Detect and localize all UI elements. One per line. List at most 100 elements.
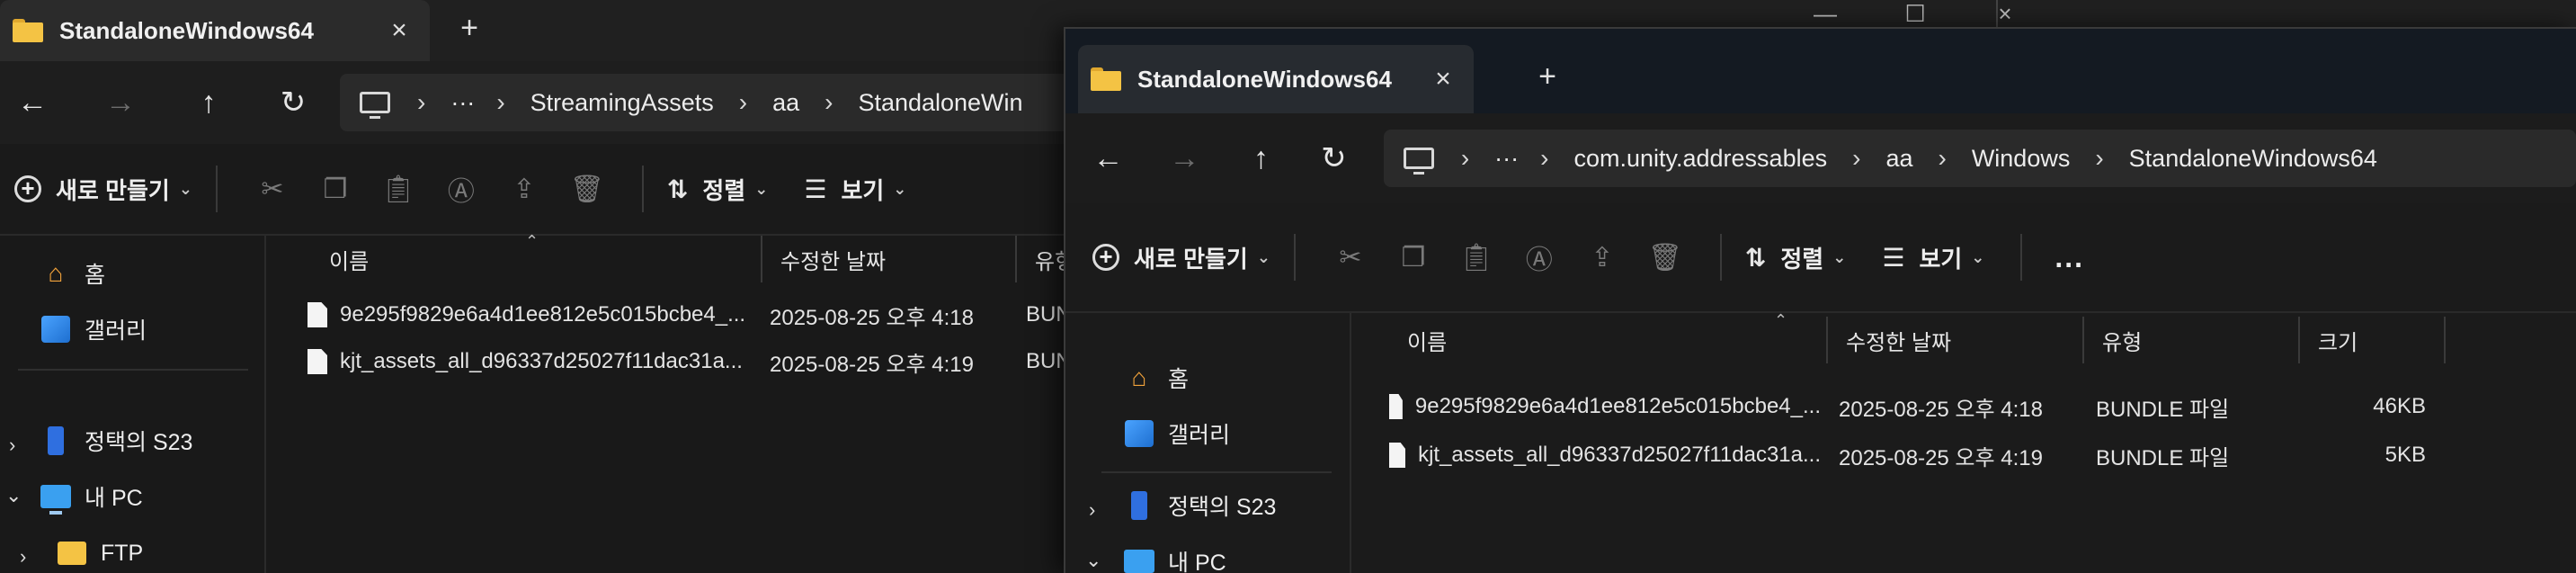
address-bar[interactable]: › ··· › StreamingAssets › aa › Standalon…	[340, 74, 1149, 131]
new-button[interactable]: + 새로 만들기 ⌄	[1092, 241, 1270, 274]
sidebar-item-this-pc[interactable]: 내 PC	[1123, 545, 1226, 573]
column-header-name[interactable]: 이름	[311, 236, 762, 282]
toolbar-separator	[2020, 234, 2023, 281]
add-circle-icon: +	[14, 175, 41, 202]
rename-icon[interactable]: Ⓐ	[1508, 237, 1571, 277]
sort-button[interactable]: ⇅ 정렬 ⌄	[1745, 241, 1846, 274]
breadcrumb-aa[interactable]: aa	[1885, 145, 1912, 173]
forward-arrow-icon[interactable]: →	[1162, 141, 1208, 176]
column-header-label: 크기	[2318, 330, 2358, 355]
column-header-label: 수정한 날짜	[780, 249, 887, 274]
maximize-icon[interactable]: ☐	[1870, 0, 1960, 27]
view-button[interactable]: ☰ 보기 ⌄	[804, 173, 906, 206]
sidebar-item-ftp[interactable]: FTP	[56, 538, 143, 569]
refresh-icon[interactable]: ↻	[1311, 140, 1357, 176]
close-window-icon[interactable]: ×	[1960, 0, 2050, 27]
new-button[interactable]: + 새로 만들기 ⌄	[14, 173, 192, 206]
navigation-bar: ← → ↑ ↻ › ··· › com.unity.addressables ›…	[1065, 113, 2576, 203]
sidebar-item-this-pc[interactable]: 내 PC	[40, 480, 143, 515]
close-tab-icon[interactable]: ×	[1425, 64, 1461, 94]
file-modified: 2025-08-25 오후 4:19	[770, 352, 974, 377]
sidebar-item-gallery[interactable]: 갤러리	[40, 313, 147, 345]
home-icon: ⌂	[48, 259, 64, 287]
column-header-modified[interactable]: 수정한 날짜	[1828, 317, 2084, 363]
sidebar-item-phone[interactable]: 정택의 S23	[1123, 489, 1276, 522]
chevron-down-icon: ⌄	[1832, 247, 1847, 266]
file-icon	[308, 302, 327, 327]
table-row[interactable]: kjt_assets_all_d96337d25027f11dac31a... …	[1353, 430, 2576, 480]
cut-icon[interactable]: ✂	[1319, 242, 1382, 273]
toolbar-separator	[1719, 234, 1722, 281]
address-bar[interactable]: › ··· › com.unity.addressables › aa › Wi…	[1383, 130, 2576, 187]
ftp-folder-icon	[58, 542, 86, 565]
gallery-icon-wrap	[1123, 418, 1155, 449]
sidebar-item-gallery[interactable]: 갤러리	[1123, 417, 1230, 450]
sort-button[interactable]: ⇅ 정렬 ⌄	[667, 173, 768, 206]
delete-icon[interactable]: 🗑︎	[556, 174, 619, 205]
expand-chevron-icon[interactable]: ›	[1089, 498, 1095, 522]
computer-icon	[360, 92, 390, 119]
share-icon[interactable]: ⇪	[1571, 242, 1634, 273]
sidebar-item-home[interactable]: ⌂ 홈	[1123, 362, 1189, 394]
new-button-label: 새로 만들기	[56, 176, 170, 204]
tab-standalonewindows64[interactable]: StandaloneWindows64 ×	[1078, 45, 1474, 113]
tab-standalonewindows64[interactable]: StandaloneWindows64 ×	[0, 0, 430, 61]
more-options-button[interactable]: ...	[2055, 241, 2084, 274]
file-name: 9e295f9829e6a4d1ee812e5c015bcbe4_...	[340, 302, 746, 327]
collapse-chevron-icon[interactable]: ⌄	[1085, 549, 1101, 572]
forward-arrow-icon[interactable]: →	[92, 85, 149, 121]
up-arrow-icon[interactable]: ↑	[1238, 141, 1284, 176]
file-name: kjt_assets_all_d96337d25027f11dac31a...	[340, 349, 743, 373]
column-header-label: 이름	[1407, 330, 1448, 355]
delete-icon[interactable]: 🗑︎	[1634, 242, 1697, 273]
file-name-cell: kjt_assets_all_d96337d25027f11dac31a...	[1389, 430, 1821, 480]
collapse-chevron-icon[interactable]: ⌄	[5, 484, 22, 507]
breadcrumb-com-unity-addressables[interactable]: com.unity.addressables	[1573, 145, 1827, 173]
sort-icon: ⇅	[666, 175, 689, 203]
minimize-icon[interactable]: —	[1780, 0, 1870, 27]
breadcrumb-standalonewindows64[interactable]: StandaloneWindows64	[2129, 145, 2377, 173]
chevron-right-icon: ›	[496, 88, 505, 116]
new-tab-button[interactable]: +	[450, 11, 489, 46]
column-header-modified[interactable]: 수정한 날짜	[762, 236, 1017, 282]
copy-icon[interactable]: ❐	[1382, 242, 1445, 273]
up-arrow-icon[interactable]: ↑	[180, 85, 237, 121]
rename-icon[interactable]: Ⓐ	[430, 169, 493, 209]
refresh-icon[interactable]: ↻	[264, 85, 322, 121]
breadcrumb-overflow[interactable]: ···	[450, 89, 475, 117]
sidebar-item-label: 갤러리	[1168, 423, 1231, 448]
toolbar-separator	[215, 166, 218, 212]
back-arrow-icon[interactable]: ←	[1085, 141, 1131, 176]
phone-icon-wrap	[1123, 490, 1155, 521]
view-label: 보기	[1919, 245, 1963, 273]
column-header-size[interactable]: 크기	[2300, 317, 2446, 363]
column-header-label: 유형	[2102, 330, 2143, 355]
breadcrumb-aa[interactable]: aa	[772, 89, 799, 117]
new-button-label: 새로 만들기	[1134, 245, 1248, 273]
breadcrumb-overflow[interactable]: ···	[1494, 145, 1519, 173]
paste-icon[interactable]: 📋︎	[367, 174, 430, 205]
column-header-name[interactable]: 이름	[1389, 317, 1828, 363]
share-icon[interactable]: ⇪	[493, 174, 556, 205]
close-tab-icon[interactable]: ×	[381, 15, 417, 46]
copy-icon[interactable]: ❐	[304, 174, 367, 205]
chevron-right-icon: ›	[1460, 144, 1470, 172]
sidebar-item-home[interactable]: ⌂ 홈	[40, 257, 105, 290]
file-explorer-window-front: StandaloneWindows64 × + ← → ↑ ↻ › ··· › …	[1064, 27, 2576, 573]
table-row[interactable]: 9e295f9829e6a4d1ee812e5c015bcbe4_... 202…	[1353, 381, 2576, 432]
breadcrumb-standalonewin[interactable]: StandaloneWin	[858, 89, 1022, 117]
new-tab-button[interactable]: +	[1528, 59, 1567, 94]
expand-chevron-icon[interactable]: ›	[20, 545, 26, 569]
sidebar-item-phone[interactable]: 정택의 S23	[40, 425, 192, 457]
sidebar-item-label: 내 PC	[85, 486, 143, 511]
expand-chevron-icon[interactable]: ›	[9, 434, 15, 457]
breadcrumb-windows[interactable]: Windows	[1972, 145, 2071, 173]
pc-icon	[40, 485, 71, 515]
back-arrow-icon[interactable]: ←	[4, 85, 61, 121]
view-button[interactable]: ☰ 보기 ⌄	[1882, 241, 1984, 274]
cut-icon[interactable]: ✂	[241, 174, 304, 205]
column-header-type[interactable]: 유형	[2084, 317, 2300, 363]
breadcrumb-streamingassets[interactable]: StreamingAssets	[530, 89, 714, 117]
paste-icon[interactable]: 📋︎	[1445, 242, 1508, 273]
tab-title: StandaloneWindows64	[59, 16, 314, 44]
